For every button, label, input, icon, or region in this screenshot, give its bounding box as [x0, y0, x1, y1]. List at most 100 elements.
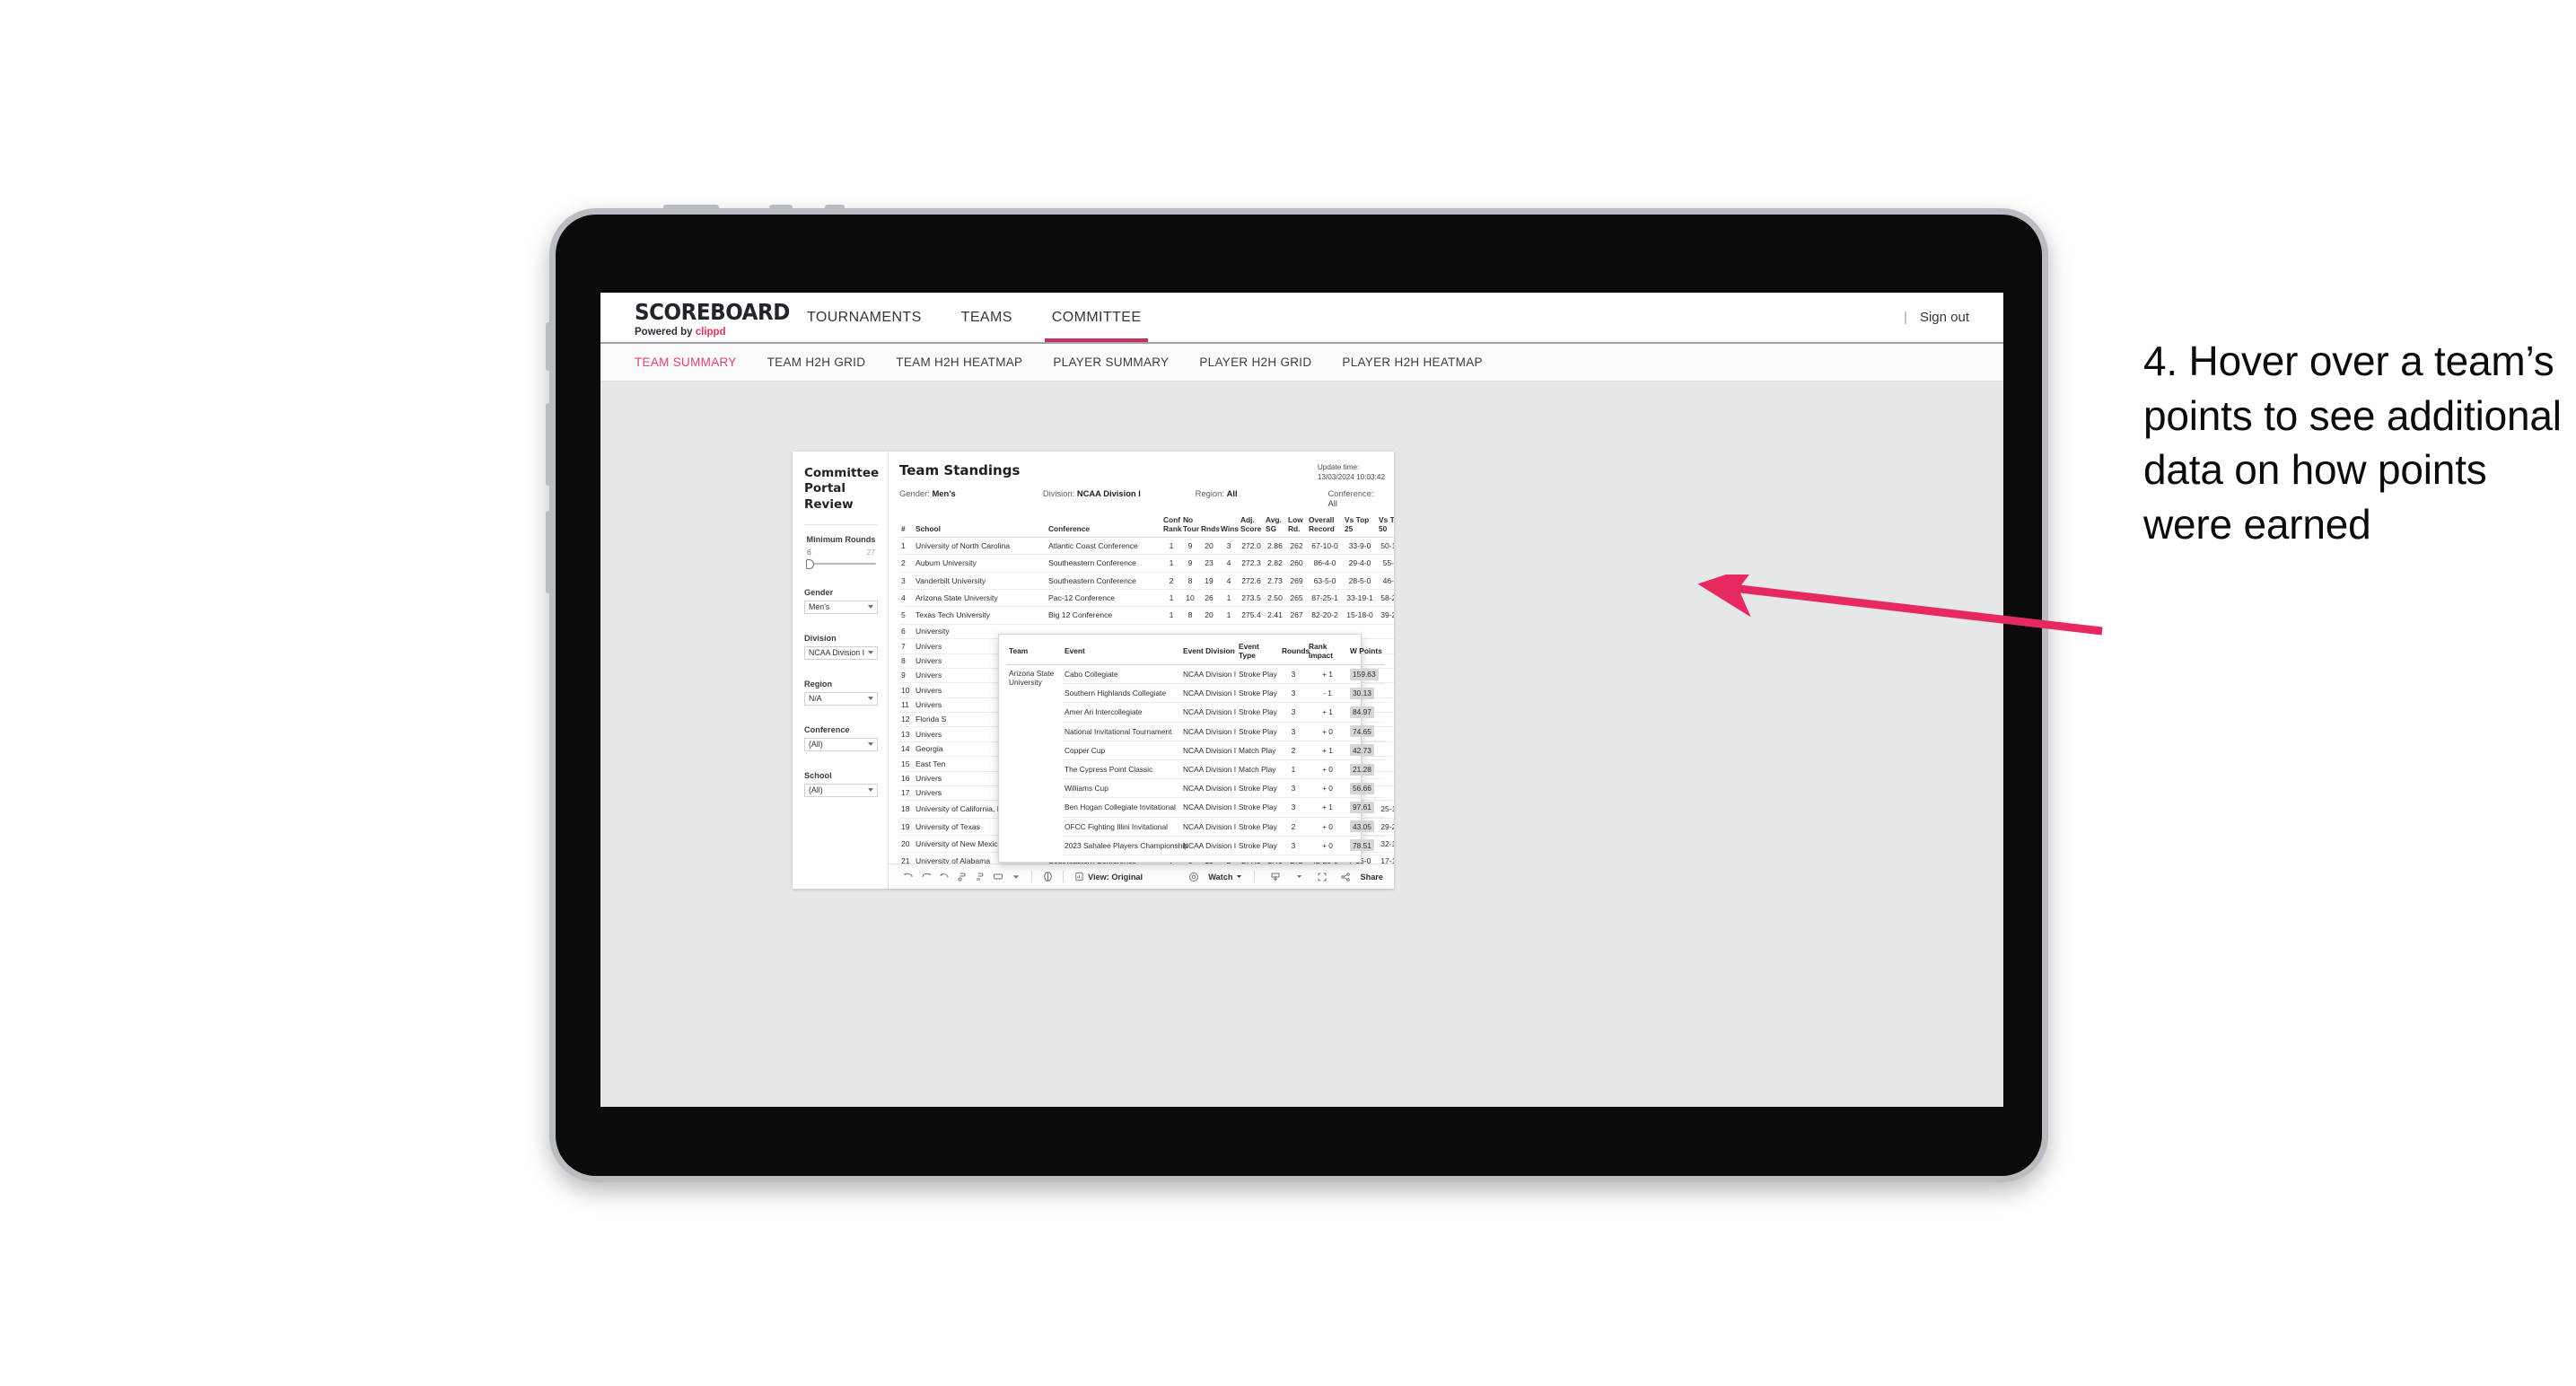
pause-auto-updates-icon[interactable] — [1038, 868, 1056, 886]
filter-division-select[interactable]: NCAA Division I — [804, 645, 878, 660]
table-row[interactable]: 4 Arizona State University Pac-12 Conferen… — [899, 589, 1394, 608]
col-low-rd[interactable]: Low Rd. — [1286, 515, 1307, 538]
watch-icon[interactable] — [1185, 868, 1203, 886]
device-button-volume-up[interactable] — [546, 403, 551, 486]
cell-rank: 17 — [899, 785, 914, 802]
cell-adj_score: 275.4 — [1239, 606, 1264, 625]
cell-vs50: 50-10-0 — [1377, 537, 1394, 556]
cell-conf_rank: 1 — [1161, 589, 1181, 608]
revert-icon[interactable] — [935, 868, 953, 886]
table-row[interactable]: 5 Texas Tech University Big 12 Conference 1… — [899, 606, 1394, 625]
device-button-power[interactable] — [546, 322, 551, 371]
tooltip-w-points-value: 78.51 — [1350, 839, 1374, 852]
cell-rnds: 26 — [1199, 589, 1219, 608]
col-vs-top-50[interactable]: Vs Top50 — [1377, 515, 1394, 538]
cell-adj_score: 272.6 — [1239, 572, 1264, 591]
cell-rank: 4 — [899, 589, 914, 608]
cell-rank: 10 — [899, 682, 914, 698]
dashboard-workspace: Committee Portal Review Minimum Rounds 6… — [600, 382, 2003, 1107]
table-row[interactable]: 2 Auburn University Southeastern Conferenc… — [899, 554, 1394, 573]
table-row[interactable]: 3 Vanderbilt University Southeastern Confe… — [899, 572, 1394, 591]
cell-adj_score: 273.5 — [1239, 589, 1264, 608]
col-overall-record[interactable]: Overall Record — [1307, 515, 1343, 538]
tooltip-cell-event: Southern Highlands Collegiate — [1063, 683, 1181, 704]
filter-school-select[interactable]: (All) — [804, 783, 878, 797]
col-conference[interactable]: Conference — [1047, 516, 1161, 538]
tooltip-cell-event: Williams Cup — [1063, 778, 1181, 799]
tab-team-h2h-heatmap[interactable]: TEAM H2H HEATMAP — [896, 355, 1038, 369]
tooltip-cell-rounds: 3 — [1280, 778, 1307, 799]
min-rounds-max: 27 — [866, 547, 875, 557]
tooltip-row: The Cypress Point Classic NCAA Division I… — [1007, 759, 1384, 780]
filter-conference-select[interactable]: (All) — [804, 737, 878, 751]
col-vs-top-25[interactable]: Vs Top 25 — [1343, 515, 1377, 538]
fullscreen-icon[interactable] — [1313, 868, 1331, 886]
brand-logo[interactable]: SCOREBOARD Powered by clippd — [600, 293, 790, 342]
filter-divider — [804, 523, 878, 525]
nav-link-tournaments[interactable]: TOURNAMENTS — [787, 293, 942, 342]
col-rnds[interactable]: Rnds — [1199, 516, 1220, 538]
col-adj-score[interactable]: Adj. Score — [1239, 515, 1264, 538]
chevron-down-icon[interactable] — [1290, 868, 1308, 886]
col-no-tour[interactable]: No Tour — [1181, 515, 1199, 538]
summary-gender-value: Men’s — [932, 488, 956, 499]
cell-avg_sg: 2.86 — [1264, 537, 1286, 556]
chevron-down-icon[interactable] — [1007, 868, 1025, 886]
refresh-icon[interactable] — [953, 868, 971, 886]
filter-gender-select[interactable]: Men’s — [804, 600, 878, 614]
toolbar-right-group: Watch Share — [1185, 868, 1383, 886]
device-antenna-band-2 — [769, 205, 793, 210]
watch-button[interactable]: Watch — [1208, 873, 1242, 882]
tooltip-cell-rank_impact: + 1 — [1307, 664, 1348, 685]
redo-icon[interactable] — [917, 868, 935, 886]
col-rank[interactable]: # — [899, 516, 914, 538]
tooltip-table-body: Arizona State University Cabo Collegiate N… — [1007, 664, 1384, 855]
tooltip-w-points-value: 42.73 — [1350, 744, 1374, 757]
cell-conference: Atlantic Coast Conference — [1047, 537, 1161, 556]
summary-division: Division: NCAA Division I — [1043, 488, 1196, 508]
nav-link-committee[interactable]: COMMITTEE — [1032, 293, 1161, 342]
view-original-button[interactable]: View: Original — [1088, 873, 1143, 882]
cell-wins: 4 — [1219, 554, 1239, 573]
share-icon[interactable] — [1336, 868, 1354, 886]
cell-conf_rank: 1 — [1161, 537, 1181, 556]
tooltip-w-points-value: 30.13 — [1350, 687, 1374, 699]
filter-region-select[interactable]: N/A — [804, 691, 878, 706]
tab-player-h2h-heatmap[interactable]: PLAYER H2H HEATMAP — [1342, 355, 1498, 369]
undo-icon[interactable] — [899, 868, 917, 886]
tooltip-cell-division: NCAA Division I — [1181, 836, 1237, 855]
nav-link-teams[interactable]: TEAMS — [942, 293, 1032, 342]
brand-sub-prefix: Powered by — [635, 327, 696, 338]
download-icon[interactable] — [1266, 868, 1284, 886]
device-button-volume-down[interactable] — [546, 511, 551, 593]
tooltip-cell-division: NCAA Division I — [1181, 741, 1237, 760]
cell-rnds: 23 — [1199, 554, 1219, 573]
col-conf-rank[interactable]: Conf Rank — [1161, 515, 1181, 538]
tab-team-h2h-grid[interactable]: TEAM H2H GRID — [767, 355, 882, 369]
sign-out-link[interactable]: Sign out — [1920, 310, 1969, 325]
col-school[interactable]: School — [914, 516, 1047, 538]
table-row[interactable]: 1 University of North Carolina Atlantic Co… — [899, 537, 1394, 556]
min-rounds-slider[interactable] — [804, 558, 878, 569]
col-wins[interactable]: Wins — [1219, 516, 1239, 538]
cell-rnds: 19 — [1199, 572, 1219, 591]
chevron-down-icon — [868, 697, 873, 701]
tooltip-cell-type: Stroke Play — [1237, 702, 1280, 723]
tooltip-row: National Invitational Tournament NCAA Div… — [1007, 722, 1384, 741]
col-avg-sg[interactable]: Avg. SG — [1264, 515, 1286, 538]
filter-division-label: Division — [804, 633, 837, 643]
pause-updates-icon[interactable] — [971, 868, 989, 886]
tooltip-cell-w-points: 84.97 — [1348, 702, 1384, 723]
view-original-icon[interactable] — [1070, 868, 1088, 886]
cell-rank: 18 — [899, 800, 914, 819]
cell-no_tour: 8 — [1181, 606, 1199, 625]
share-button[interactable]: Share — [1360, 873, 1383, 882]
device-layout-icon[interactable] — [989, 868, 1007, 886]
tab-team-summary[interactable]: TEAM SUMMARY — [635, 355, 753, 369]
tab-player-summary[interactable]: PLAYER SUMMARY — [1053, 355, 1185, 369]
tab-player-h2h-grid[interactable]: PLAYER H2H GRID — [1199, 355, 1327, 369]
filter-conference-label: Conference — [804, 724, 850, 734]
cell-rank: 2 — [899, 554, 914, 573]
tablet-device-frame: SCOREBOARD Powered by clippd TOURNAMENTS… — [546, 205, 2048, 1182]
slider-handle[interactable] — [806, 558, 814, 569]
